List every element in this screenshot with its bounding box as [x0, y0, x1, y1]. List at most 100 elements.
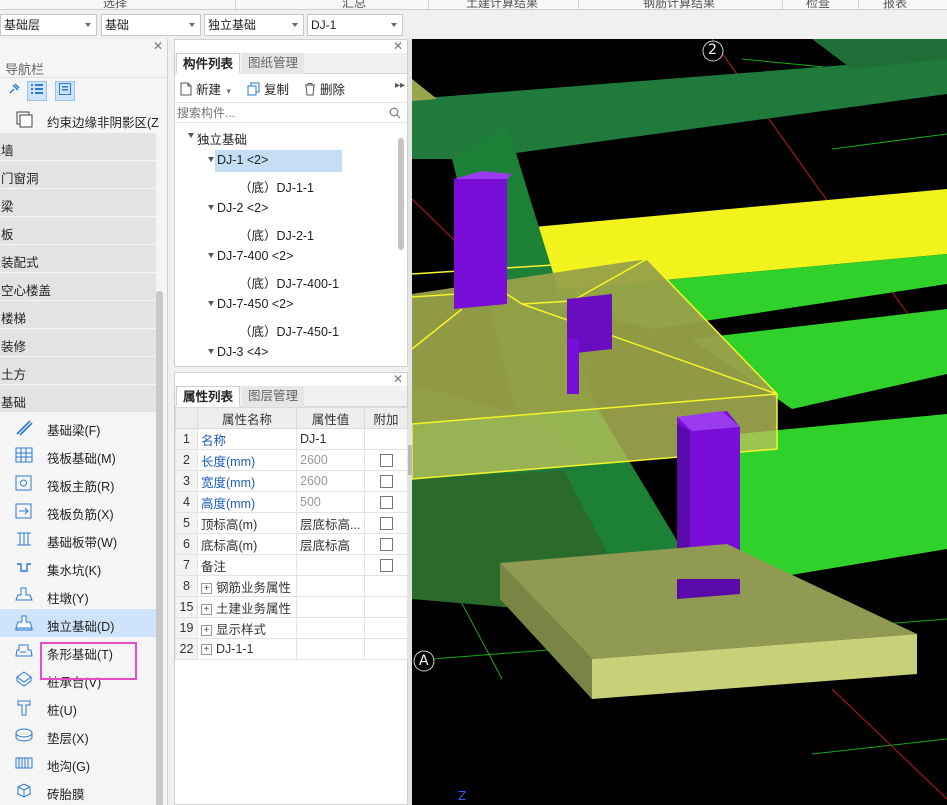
more-icon[interactable]: ▸▸ — [395, 80, 405, 91]
tree-node[interactable]: DJ-7-450 <2> — [175, 292, 397, 316]
nav-category[interactable]: 装修 — [0, 329, 156, 357]
list-view-icon[interactable] — [27, 81, 47, 101]
property-group-cell[interactable]: + 土建业务属性 — [197, 596, 297, 618]
property-group-cell[interactable]: + DJ-1-1 — [197, 638, 297, 660]
property-row[interactable]: 5 顶标高(m) 层底标高... — [175, 512, 408, 534]
attach-checkbox[interactable] — [379, 559, 393, 573]
tree-node[interactable]: （底）DJ-7-450-1 — [175, 316, 397, 340]
ribbon-item[interactable]: 汇总 — [342, 0, 366, 9]
3d-viewport[interactable]: 2 A Z — [412, 39, 947, 805]
close-icon[interactable]: ✕ — [393, 40, 403, 53]
nav-item[interactable]: 桩(U) — [0, 693, 156, 721]
nav-item[interactable]: 筏板主筋(R) — [0, 469, 156, 497]
nav-category[interactable]: 板 — [0, 217, 156, 245]
close-icon[interactable]: ✕ — [153, 39, 163, 53]
property-row[interactable]: 15 + 土建业务属性 — [175, 596, 408, 618]
attach-checkbox[interactable] — [379, 454, 393, 468]
expand-toggle-icon[interactable] — [208, 301, 214, 306]
tree-node[interactable]: （底）DJ-2-1 — [175, 220, 397, 244]
property-row[interactable]: 6 底标高(m) 层底标高 — [175, 533, 408, 555]
nav-item[interactable]: 基础梁(F) — [0, 413, 156, 441]
nav-category[interactable]: 梁 — [0, 189, 156, 217]
nav-item[interactable]: 砖胎膜 — [0, 777, 156, 805]
component-scrollbar[interactable] — [398, 138, 404, 250]
property-value[interactable]: 500 — [296, 491, 365, 513]
copy-button[interactable]: 复制 — [247, 79, 289, 98]
ribbon-item[interactable]: 选择 — [103, 0, 127, 9]
property-row[interactable]: 19 + 显示样式 — [175, 617, 408, 639]
search-input[interactable] — [177, 104, 382, 122]
tree-node[interactable]: DJ-2 <2> — [175, 196, 397, 220]
tree-node[interactable]: 独立基础 — [175, 124, 397, 148]
nav-item[interactable]: 独立基础(D) — [0, 609, 156, 637]
nav-category[interactable]: 装配式 — [0, 245, 156, 273]
nav-item[interactable]: 约束边缘非阴影区(Z — [0, 105, 159, 133]
nav-item[interactable]: 基础板带(W) — [0, 525, 156, 553]
tab-property-list[interactable]: 属性列表 — [176, 386, 241, 407]
nav-category[interactable]: 空心楼盖 — [0, 273, 156, 301]
pin-icon[interactable] — [4, 81, 24, 101]
expand-toggle-icon[interactable] — [208, 205, 214, 210]
property-row[interactable]: 3 宽度(mm) 2600 — [175, 470, 408, 492]
tab-component-list[interactable]: 构件列表 — [176, 53, 241, 74]
property-row[interactable]: 7 备注 — [175, 554, 408, 576]
new-button[interactable]: 新建 ▾ — [179, 79, 231, 98]
expand-toggle-icon[interactable] — [208, 253, 214, 258]
attach-checkbox[interactable] — [379, 538, 393, 552]
property-value[interactable]: DJ-1 — [296, 428, 365, 450]
expand-plus-icon[interactable]: + — [201, 603, 212, 615]
property-row[interactable]: 4 高度(mm) 500 — [175, 491, 408, 513]
nav-category[interactable]: 门窗洞 — [0, 161, 156, 189]
property-value[interactable] — [296, 554, 365, 576]
nav-item[interactable]: 筏板负筋(X) — [0, 497, 156, 525]
nav-category[interactable]: 土方 — [0, 357, 156, 385]
tree-node[interactable]: （底）DJ-7-400-1 — [175, 268, 397, 292]
nav-category[interactable]: 楼梯 — [0, 301, 156, 329]
nav-item[interactable]: 柱墩(Y) — [0, 581, 156, 609]
expand-toggle-icon[interactable] — [208, 157, 214, 162]
tree-node[interactable]: DJ-7-400 <2> — [175, 244, 397, 268]
nav-item[interactable]: 集水坑(K) — [0, 553, 156, 581]
selector-dropdown[interactable]: 独立基础 — [204, 14, 304, 36]
property-value[interactable]: 层底标高 — [296, 533, 365, 555]
expand-toggle-icon[interactable] — [188, 133, 194, 138]
ribbon-item[interactable]: 报表 — [883, 0, 907, 9]
expand-plus-icon[interactable]: + — [201, 644, 212, 656]
property-row[interactable]: 8 + 钢筋业务属性 — [175, 575, 408, 597]
expand-plus-icon[interactable]: + — [201, 624, 212, 636]
delete-button[interactable]: 删除 — [303, 79, 345, 98]
close-icon[interactable]: ✕ — [393, 373, 403, 386]
property-row[interactable]: 2 长度(mm) 2600 — [175, 449, 408, 471]
attach-checkbox[interactable] — [379, 517, 393, 531]
nav-item[interactable]: 筏板基础(M) — [0, 441, 156, 469]
nav-item[interactable]: 垫层(X) — [0, 721, 156, 749]
property-value[interactable]: 2600 — [296, 470, 365, 492]
attach-checkbox[interactable] — [379, 475, 393, 489]
property-group-cell[interactable]: + 钢筋业务属性 — [197, 575, 297, 597]
chevron-down-icon[interactable]: ▾ — [227, 86, 232, 96]
tree-node[interactable]: DJ-3 <4> — [175, 340, 397, 364]
property-value[interactable]: 层底标高... — [296, 512, 365, 534]
search-icon[interactable] — [389, 107, 401, 119]
property-row[interactable]: 22 + DJ-1-1 — [175, 638, 408, 660]
detail-view-icon[interactable] — [55, 81, 75, 101]
tree-node[interactable]: DJ-1 <2> — [175, 148, 397, 172]
selector-dropdown[interactable]: DJ-1 — [307, 14, 403, 36]
property-value[interactable]: 2600 — [296, 449, 365, 471]
ribbon-item[interactable]: 检查 — [806, 0, 830, 9]
selector-dropdown[interactable]: 基础 — [101, 14, 201, 36]
nav-category[interactable]: 墙 — [0, 133, 156, 161]
selector-dropdown[interactable]: 基础层 — [0, 14, 97, 36]
expand-toggle-icon[interactable] — [208, 349, 214, 354]
nav-item[interactable]: 地沟(G) — [0, 749, 156, 777]
nav-category[interactable]: 基础 — [0, 385, 156, 413]
property-row[interactable]: 1 名称 DJ-1 — [175, 428, 408, 450]
tab-layer-management[interactable]: 图层管理 — [242, 386, 305, 407]
nav-scrollbar[interactable] — [156, 291, 163, 805]
property-group-cell[interactable]: + 显示样式 — [197, 617, 297, 639]
tab-drawing-management[interactable]: 图纸管理 — [242, 53, 305, 74]
ribbon-item[interactable]: 钢筋计算结果 — [643, 0, 715, 9]
ribbon-item[interactable]: 土建计算结果 — [466, 0, 538, 9]
attach-checkbox[interactable] — [379, 496, 393, 510]
tree-node[interactable]: （底）DJ-1-1 — [175, 172, 397, 196]
